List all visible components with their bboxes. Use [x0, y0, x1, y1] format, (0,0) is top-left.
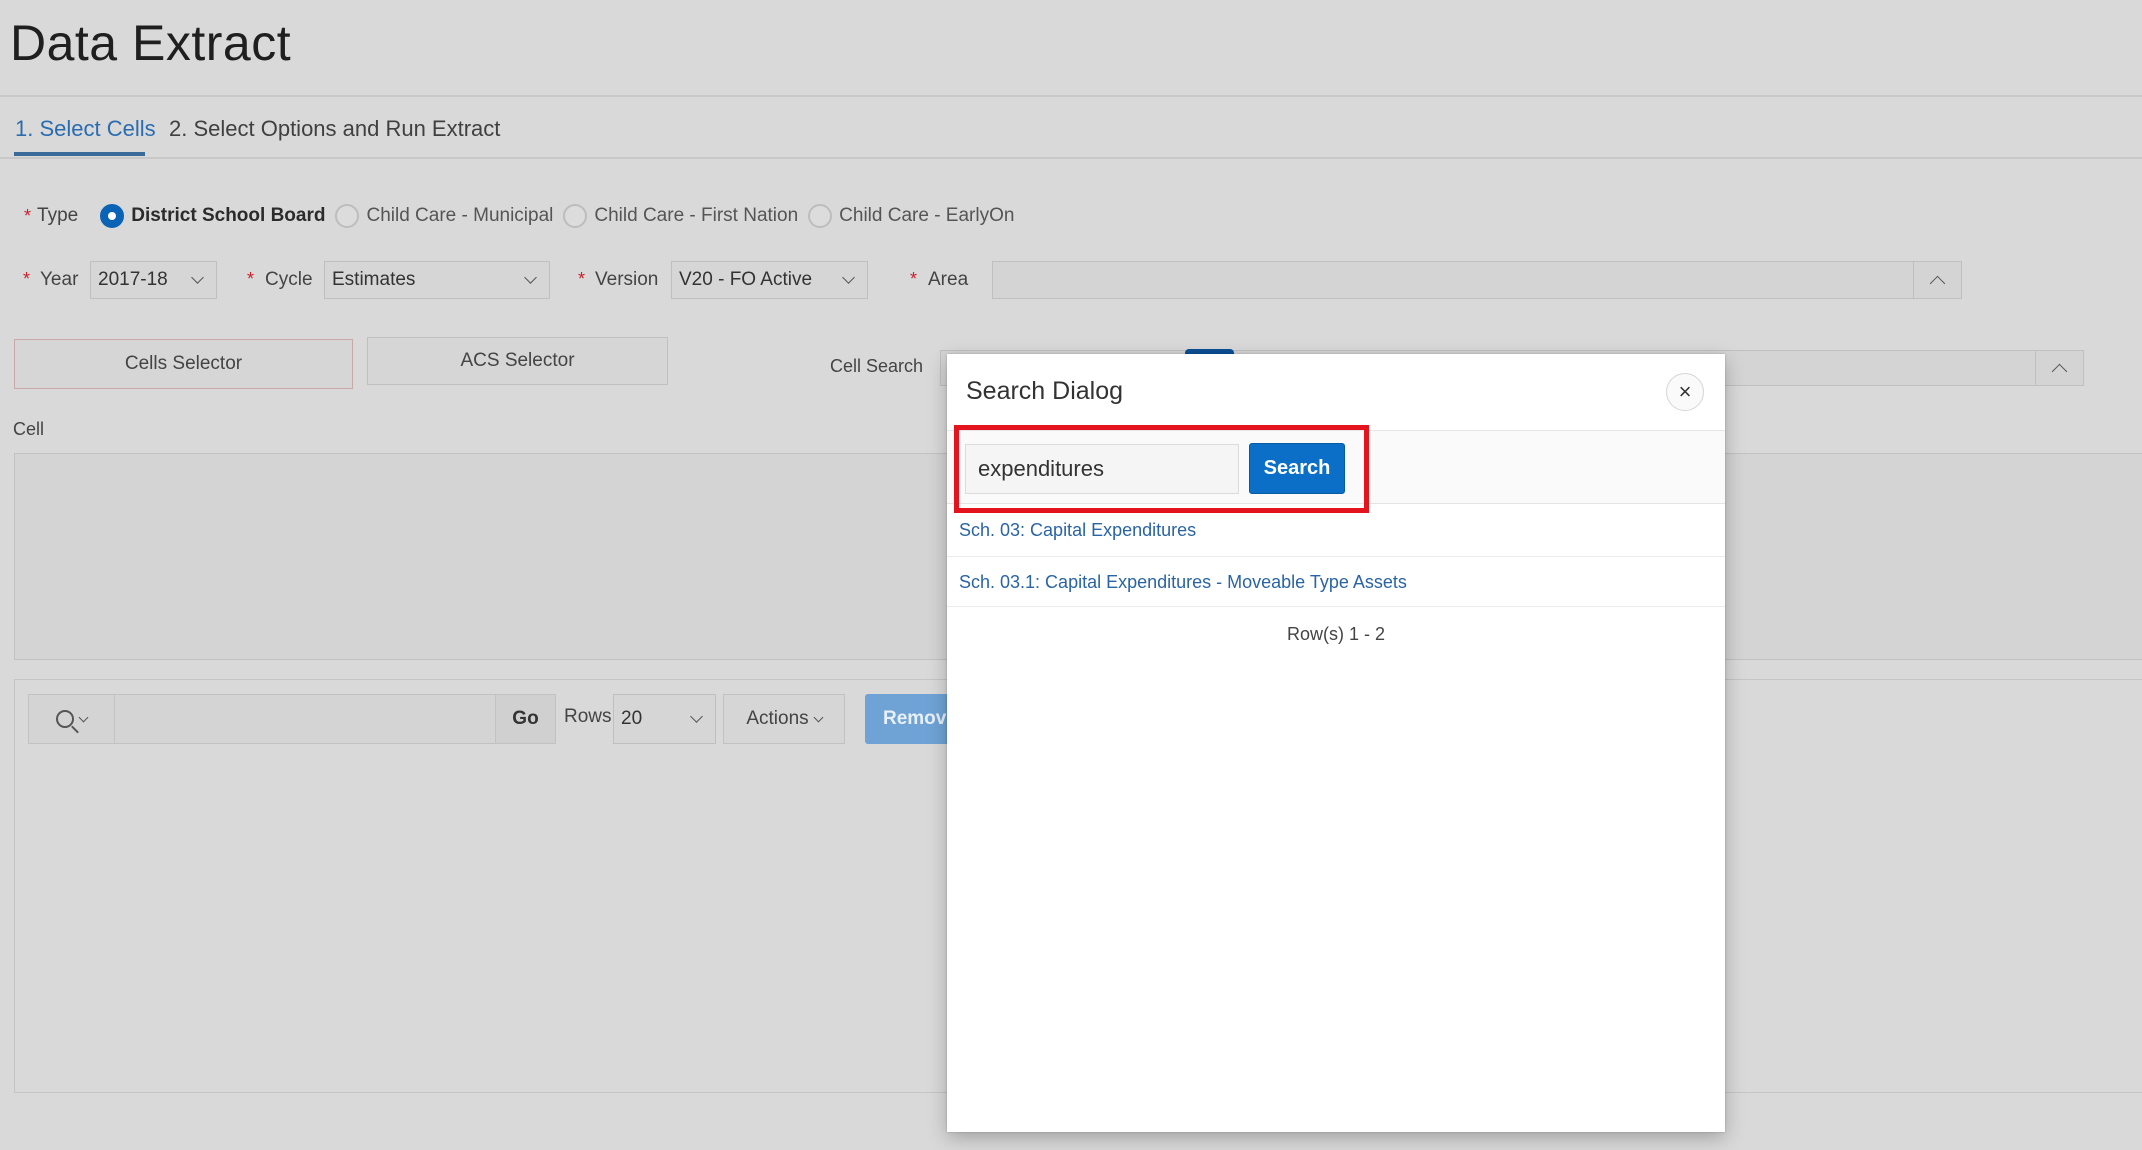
cell-search-popup-button[interactable] — [2035, 351, 2083, 385]
dialog-search-button[interactable]: Search — [1249, 443, 1345, 494]
radio-district-school-board[interactable]: District School Board — [100, 204, 325, 228]
chevron-up-icon — [1929, 275, 1946, 291]
type-label: Type — [37, 205, 79, 226]
cycle-value: Estimates — [332, 269, 416, 290]
year-value: 2017-18 — [98, 269, 168, 290]
actions-button[interactable]: Actions — [723, 694, 845, 744]
page-title: Data Extract — [10, 15, 292, 71]
report-search-bar: Go — [28, 694, 556, 744]
rows-select[interactable]: 20 — [613, 694, 716, 744]
chevron-down-icon — [842, 271, 855, 284]
tabs-divider — [0, 157, 2142, 159]
chevron-down-icon — [191, 271, 204, 284]
radio-label: Child Care - First Nation — [594, 205, 799, 226]
area-popup-button[interactable] — [1913, 262, 1961, 298]
area-field[interactable] — [992, 261, 1962, 299]
go-button[interactable]: Go — [495, 695, 555, 743]
required-marker: * — [247, 269, 255, 289]
rows-info: Row(s) 1 - 2 — [1286, 624, 1385, 644]
header-divider — [0, 95, 2142, 97]
tab-select-cells[interactable]: 1. Select Cells — [15, 116, 156, 142]
rows-value: 20 — [621, 708, 643, 729]
year-label: Year — [40, 269, 79, 290]
required-marker: * — [910, 269, 918, 289]
year-select[interactable]: 2017-18 — [90, 261, 217, 299]
chevron-down-icon — [813, 712, 824, 722]
radio-child-care-municipal[interactable]: Child Care - Municipal — [335, 204, 553, 228]
radio-unchecked-icon[interactable] — [808, 204, 833, 228]
cells-selector-button[interactable]: Cells Selector — [14, 339, 353, 389]
report-search-input[interactable] — [115, 695, 495, 743]
cycle-select[interactable]: Estimates — [324, 261, 550, 299]
search-result-item[interactable]: Sch. 03.1: Capital Expenditures - Moveab… — [947, 558, 1725, 607]
actions-label: Actions — [746, 708, 809, 729]
radio-child-care-earlyon[interactable]: Child Care - EarlyOn — [808, 204, 1014, 228]
area-input[interactable] — [993, 262, 1913, 298]
search-dialog: Search Dialog × Search Sch. 03: Capital … — [947, 354, 1725, 1132]
cell-search-label: Cell Search — [830, 356, 924, 376]
version-label: Version — [595, 269, 659, 290]
required-marker: * — [23, 269, 31, 289]
radio-label: District School Board — [131, 205, 326, 226]
version-select[interactable]: V20 - FO Active — [671, 261, 868, 299]
search-icon — [56, 710, 74, 728]
chevron-up-icon — [2051, 363, 2068, 379]
cell-label: Cell — [13, 419, 45, 439]
search-result-item[interactable]: Sch. 03: Capital Expenditures — [947, 505, 1725, 557]
active-tab-indicator — [14, 152, 145, 156]
version-value: V20 - FO Active — [679, 269, 813, 290]
close-icon: × — [1678, 379, 1692, 404]
chevron-down-icon — [690, 710, 703, 723]
cycle-label: Cycle — [265, 269, 313, 290]
radio-child-care-first-nation[interactable]: Child Care - First Nation — [563, 204, 798, 228]
chevron-down-icon — [524, 271, 537, 284]
radio-label: Child Care - EarlyOn — [839, 205, 1015, 226]
chevron-down-icon — [78, 712, 89, 722]
rows-label: Rows — [564, 706, 612, 727]
radio-label: Child Care - Municipal — [366, 205, 554, 226]
search-column-button[interactable] — [29, 695, 115, 743]
acs-selector-button[interactable]: ACS Selector — [367, 337, 668, 385]
dialog-search-input[interactable] — [965, 444, 1239, 494]
dialog-title: Search Dialog — [966, 377, 1124, 405]
radio-unchecked-icon[interactable] — [563, 204, 588, 228]
radio-unchecked-icon[interactable] — [335, 204, 360, 228]
tab-select-options[interactable]: 2. Select Options and Run Extract — [169, 116, 500, 142]
required-marker: * — [24, 205, 32, 226]
required-marker: * — [578, 269, 586, 289]
area-label: Area — [928, 269, 969, 290]
close-button[interactable]: × — [1666, 373, 1704, 411]
radio-checked-icon[interactable] — [100, 204, 125, 228]
type-radio-group: * Type District School Board Child Care … — [24, 204, 1024, 228]
